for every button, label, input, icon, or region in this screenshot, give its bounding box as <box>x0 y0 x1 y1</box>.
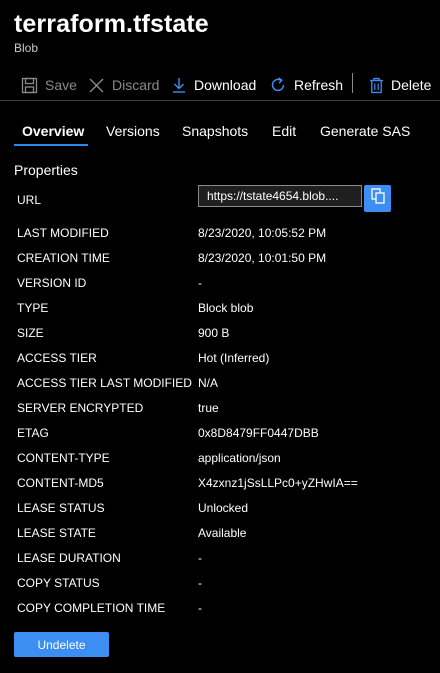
toolbar: Save Discard Download Refresh Delete <box>0 70 440 101</box>
trash-icon <box>369 77 384 94</box>
prop-label-copy-status: COPY STATUS <box>17 576 100 590</box>
prop-label-copy-completion-time: COPY COMPLETION TIME <box>17 601 166 615</box>
prop-label-content-md5: CONTENT-MD5 <box>17 476 104 490</box>
refresh-label: Refresh <box>294 77 344 93</box>
url-field[interactable]: https://tstate4654.blob.... <box>198 185 362 207</box>
prop-label-version-id: VERSION ID <box>17 276 87 290</box>
discard-button[interactable]: Discard <box>88 72 159 98</box>
prop-value-type: Block blob <box>198 301 254 315</box>
prop-value-last-modified: 8/23/2020, 10:05:52 PM <box>198 226 327 240</box>
download-icon <box>171 77 187 94</box>
save-icon <box>21 77 38 94</box>
prop-label-creation-time: CREATION TIME <box>17 251 110 265</box>
prop-label-etag: ETAG <box>17 426 49 440</box>
prop-label-access-tier: ACCESS TIER <box>17 351 97 365</box>
prop-value-access-tier: Hot (Inferred) <box>198 351 270 365</box>
save-label: Save <box>45 77 77 93</box>
copy-url-button[interactable] <box>364 185 391 212</box>
active-tab-indicator <box>14 144 88 146</box>
prop-value-lease-status: Unlocked <box>198 501 249 515</box>
refresh-button[interactable]: Refresh <box>269 72 343 98</box>
copy-icon <box>370 188 385 209</box>
page-subtitle: Blob <box>14 41 39 55</box>
prop-label-type: TYPE <box>17 301 49 315</box>
prop-label-lease-duration: LEASE DURATION <box>17 551 121 565</box>
prop-value-copy-completion-time: - <box>198 601 202 615</box>
prop-value-creation-time: 8/23/2020, 10:01:50 PM <box>198 251 327 265</box>
prop-value-content-md5: X4zxnz1jSsLLPc0+yZHwIA== <box>198 476 358 490</box>
prop-value-size: 900 B <box>198 326 230 340</box>
tab-generate-sas[interactable]: Generate SAS <box>320 123 410 139</box>
refresh-icon <box>269 76 287 94</box>
prop-label-server-encrypted: SERVER ENCRYPTED <box>17 401 144 415</box>
prop-label-access-tier-last-modified: ACCESS TIER LAST MODIFIED <box>17 376 192 390</box>
prop-value-version-id: - <box>198 276 202 290</box>
save-button[interactable]: Save <box>21 72 77 98</box>
toolbar-divider <box>352 73 353 93</box>
prop-value-etag: 0x8D8479FF0447DBB <box>198 426 319 440</box>
prop-label-content-type: CONTENT-TYPE <box>17 451 110 465</box>
prop-label-size: SIZE <box>17 326 44 340</box>
prop-value-server-encrypted: true <box>198 401 219 415</box>
discard-label: Discard <box>112 77 160 93</box>
tab-snapshots[interactable]: Snapshots <box>182 123 248 139</box>
tab-versions[interactable]: Versions <box>106 123 160 139</box>
delete-label: Delete <box>391 77 432 93</box>
delete-button[interactable]: Delete <box>369 72 431 98</box>
prop-value-content-type: application/json <box>198 451 281 465</box>
tab-edit[interactable]: Edit <box>272 123 296 139</box>
undelete-button[interactable]: Undelete <box>14 632 109 657</box>
download-button[interactable]: Download <box>171 72 256 98</box>
properties-heading: Properties <box>14 162 78 178</box>
url-label: URL <box>17 193 42 207</box>
prop-value-access-tier-last-modified: N/A <box>198 376 219 390</box>
prop-label-lease-status: LEASE STATUS <box>17 501 105 515</box>
download-label: Download <box>194 77 257 93</box>
page-title: terraform.tfstate <box>14 10 209 38</box>
prop-label-last-modified: LAST MODIFIED <box>17 226 109 240</box>
close-icon <box>88 77 105 94</box>
tab-overview[interactable]: Overview <box>22 123 84 139</box>
prop-value-copy-status: - <box>198 576 202 590</box>
prop-value-lease-state: Available <box>198 526 247 540</box>
prop-label-lease-state: LEASE STATE <box>17 526 96 540</box>
prop-value-lease-duration: - <box>198 551 202 565</box>
